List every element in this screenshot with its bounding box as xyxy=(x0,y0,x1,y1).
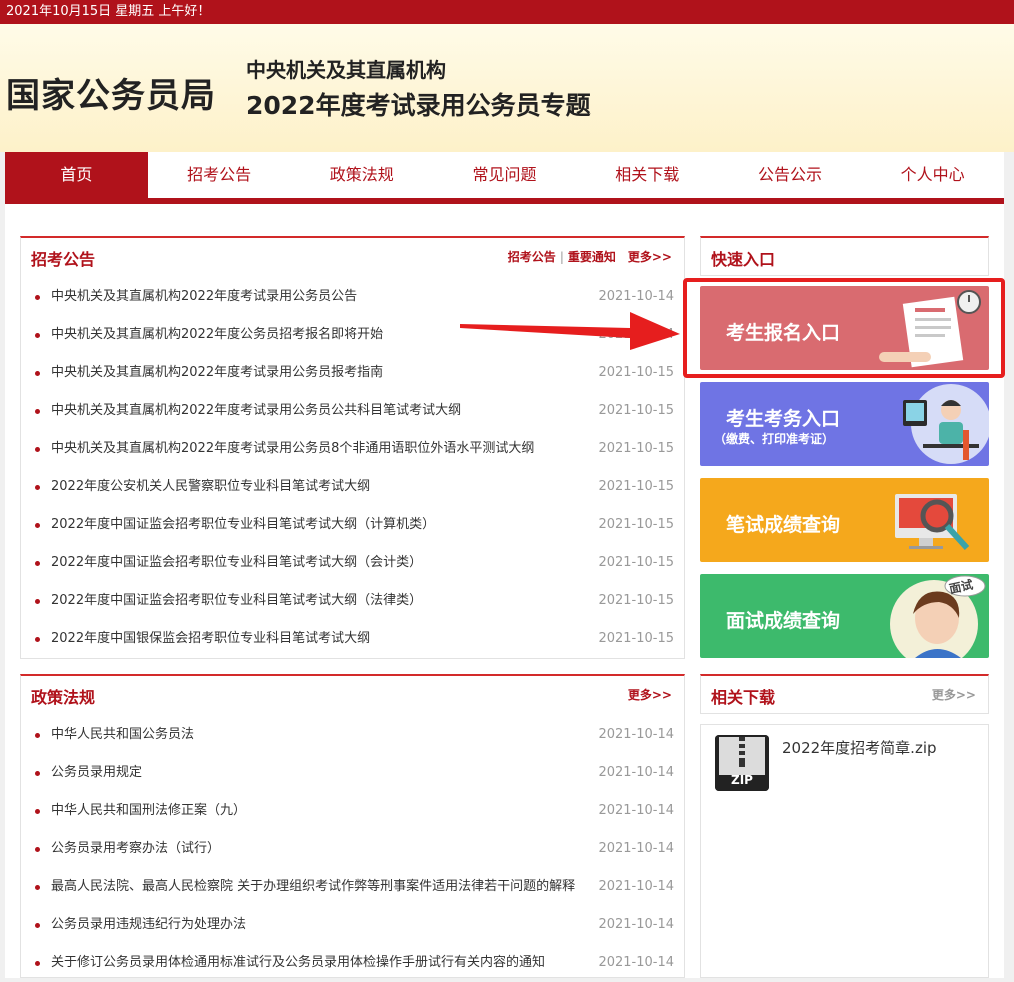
list-item[interactable]: 公务员录用考察办法（试行） 2021-10-14 xyxy=(21,830,684,868)
item-date: 2021-10-14 xyxy=(598,727,674,742)
item-title[interactable]: 中华人民共和国公务员法 xyxy=(51,716,194,754)
button-label: 考生考务入口 xyxy=(726,408,841,430)
list-item[interactable]: 中华人民共和国公务员法 2021-10-14 xyxy=(21,716,684,754)
page-title: 2022年度考试录用公务员专题 xyxy=(246,91,591,120)
list-item[interactable]: 2022年度中国银保监会招考职位专业科目笔试考试大纲 2021-10-15 xyxy=(21,620,684,658)
list-item[interactable]: 中央机关及其直属机构2022年度考试录用公务员报考指南 2021-10-15 xyxy=(21,354,684,392)
item-title[interactable]: 中央机关及其直属机构2022年度公务员招考报名即将开始 xyxy=(51,316,383,354)
list-item[interactable]: 中央机关及其直属机构2022年度考试录用公务员8个非通用语职位外语水平测试大纲 2… xyxy=(21,430,684,468)
red-arrow-icon xyxy=(460,312,680,350)
item-title[interactable]: 最高人民法院、最高人民检察院 关于办理组织考试作弊等刑事案件适用法律若干问题的解… xyxy=(51,868,575,906)
item-title[interactable]: 公务员录用规定 xyxy=(51,754,142,792)
person-at-computer-icon xyxy=(903,384,989,464)
item-title[interactable]: 2022年度中国银保监会招考职位专业科目笔试考试大纲 xyxy=(51,620,370,658)
item-title[interactable]: 中央机关及其直属机构2022年度考试录用公务员报考指南 xyxy=(51,354,383,392)
downloads-title: 相关下载 xyxy=(711,688,776,707)
item-date: 2021-10-14 xyxy=(598,803,674,818)
header-subtitle: 中央机关及其直属机构 xyxy=(246,58,446,82)
item-title[interactable]: 2022年度中国证监会招考职位专业科目笔试考试大纲（计算机类） xyxy=(51,506,435,544)
item-date: 2021-10-15 xyxy=(598,631,674,646)
written-score-query-button[interactable]: 笔试成绩查询 xyxy=(700,478,989,562)
item-date: 2021-10-14 xyxy=(598,879,674,894)
item-title[interactable]: 公务员录用考察办法（试行） xyxy=(51,830,220,868)
item-date: 2021-10-15 xyxy=(598,441,674,456)
item-date: 2021-10-14 xyxy=(598,765,674,780)
nav-policies[interactable]: 政策法规 xyxy=(290,152,433,198)
list-item[interactable]: 2022年度中国证监会招考职位专业科目笔试考试大纲（计算机类） 2021-10-1… xyxy=(21,506,684,544)
item-date: 2021-10-14 xyxy=(598,841,674,856)
list-item[interactable]: 2022年度公安机关人民警察职位专业科目笔试考试大纲 2021-10-15 xyxy=(21,468,684,506)
nav-home[interactable]: 首页 xyxy=(5,152,148,198)
list-item[interactable]: 关于修订公务员录用体检通用标准试行及公务员录用体检操作手册试行有关内容的通知 20… xyxy=(21,944,684,982)
quick-entry-panel: 快速入口 xyxy=(700,236,989,276)
list-item[interactable]: 最高人民法院、最高人民检察院 关于办理组织考试作弊等刑事案件适用法律若干问题的解… xyxy=(21,868,684,906)
list-item[interactable]: 2022年度中国证监会招考职位专业科目笔试考试大纲（会计类） 2021-10-15 xyxy=(21,544,684,582)
item-date: 2021-10-15 xyxy=(598,403,674,418)
downloads-list: ZIP 2022年度招考简章.zip xyxy=(700,724,989,978)
item-date: 2021-10-15 xyxy=(598,365,674,380)
item-title[interactable]: 2022年度中国证监会招考职位专业科目笔试考试大纲（会计类） xyxy=(51,544,422,582)
list-item[interactable]: 中华人民共和国刑法修正案（九） 2021-10-14 xyxy=(21,792,684,830)
date-greeting: 2021年10月15日 星期五 上午好！ xyxy=(6,4,211,19)
item-date: 2021-10-15 xyxy=(598,593,674,608)
policies-title: 政策法规 xyxy=(31,688,96,707)
list-item[interactable]: 公务员录用规定 2021-10-14 xyxy=(21,754,684,792)
announcements-panel: 招考公告 招考公告 | 重要通知 更多>> 中央机关及其直属机构2022年度考试录用公… xyxy=(20,236,685,659)
nav-downloads[interactable]: 相关下载 xyxy=(576,152,719,198)
monitor-magnifier-icon xyxy=(895,494,970,551)
item-title[interactable]: 2022年度中国证监会招考职位专业科目笔试考试大纲（法律类） xyxy=(51,582,422,620)
button-label: 笔试成绩查询 xyxy=(726,514,841,536)
site-logo[interactable]: 国家公务员局 xyxy=(6,68,216,117)
link-important-notice[interactable]: 重要通知 xyxy=(568,250,616,264)
announcements-links: 招考公告 | 重要通知 更多>> xyxy=(507,250,672,264)
item-title[interactable]: 关于修订公务员录用体检通用标准试行及公务员录用体检操作手册试行有关内容的通知 xyxy=(51,944,545,982)
quick-entry-title: 快速入口 xyxy=(711,250,776,269)
link-announcements[interactable]: 招考公告 xyxy=(508,250,556,264)
announcements-more-link[interactable]: 更多>> xyxy=(628,250,672,264)
item-date: 2021-10-15 xyxy=(598,517,674,532)
interview-score-query-button[interactable]: 面试成绩查询 面试 xyxy=(700,574,989,658)
zip-file-icon[interactable]: ZIP xyxy=(715,735,769,791)
site-header: 国家公务员局 中央机关及其直属机构 2022年度考试录用公务员专题 xyxy=(0,24,1014,152)
item-title[interactable]: 2022年度公安机关人民警察职位专业科目笔试考试大纲 xyxy=(51,468,370,506)
main-nav: 首页 招考公告 政策法规 常见问题 相关下载 公告公示 个人中心 xyxy=(5,152,1004,204)
item-date: 2021-10-14 xyxy=(598,955,674,970)
item-date: 2021-10-15 xyxy=(598,479,674,494)
highlight-box xyxy=(683,278,1005,378)
list-item[interactable]: 中央机关及其直属机构2022年度考试录用公务员公共科目笔试考试大纲 2021-10… xyxy=(21,392,684,430)
policies-links: 更多>> xyxy=(628,686,672,703)
exam-affairs-entry-button[interactable]: 考生考务入口 （缴费、打印准考证） xyxy=(700,382,989,466)
nav-notices[interactable]: 公告公示 xyxy=(719,152,862,198)
list-item[interactable]: 公务员录用违规违纪行为处理办法 2021-10-14 xyxy=(21,906,684,944)
button-label: 面试成绩查询 xyxy=(726,610,841,632)
policies-list: 中华人民共和国公务员法 2021-10-14 公务员录用规定 2021-10-14 … xyxy=(21,716,684,982)
item-title[interactable]: 中央机关及其直属机构2022年度考试录用公务员8个非通用语职位外语水平测试大纲 xyxy=(51,430,534,468)
top-bar: 2021年10月15日 星期五 上午好！ xyxy=(0,0,1014,24)
item-date: 2021-10-15 xyxy=(598,555,674,570)
announcements-title: 招考公告 xyxy=(31,250,96,269)
item-title[interactable]: 中央机关及其直属机构2022年度考试录用公务员公共科目笔试考试大纲 xyxy=(51,392,461,430)
nav-faq[interactable]: 常见问题 xyxy=(433,152,576,198)
list-item[interactable]: 2022年度中国证监会招考职位专业科目笔试考试大纲（法律类） 2021-10-15 xyxy=(21,582,684,620)
item-title[interactable]: 公务员录用违规违纪行为处理办法 xyxy=(51,906,246,944)
policies-panel: 政策法规 更多>> 中华人民共和国公务员法 2021-10-14 公务员录用规定 2… xyxy=(20,674,685,978)
button-sublabel: （缴费、打印准考证） xyxy=(714,432,835,446)
item-title[interactable]: 中华人民共和国刑法修正案（九） xyxy=(51,792,246,830)
downloads-links: 更多>> xyxy=(932,686,976,703)
item-date: 2021-10-14 xyxy=(598,917,674,932)
nav-announcements[interactable]: 招考公告 xyxy=(148,152,291,198)
nav-personal-center[interactable]: 个人中心 xyxy=(861,152,1004,198)
downloads-panel: 相关下载 更多>> xyxy=(700,674,989,714)
zip-label: ZIP xyxy=(731,773,753,787)
policies-more-link[interactable]: 更多>> xyxy=(628,688,672,702)
downloads-more-link[interactable]: 更多>> xyxy=(932,688,976,702)
download-file-name[interactable]: 2022年度招考简章.zip xyxy=(782,737,937,758)
item-title[interactable]: 中央机关及其直属机构2022年度考试录用公务员公告 xyxy=(51,278,357,316)
